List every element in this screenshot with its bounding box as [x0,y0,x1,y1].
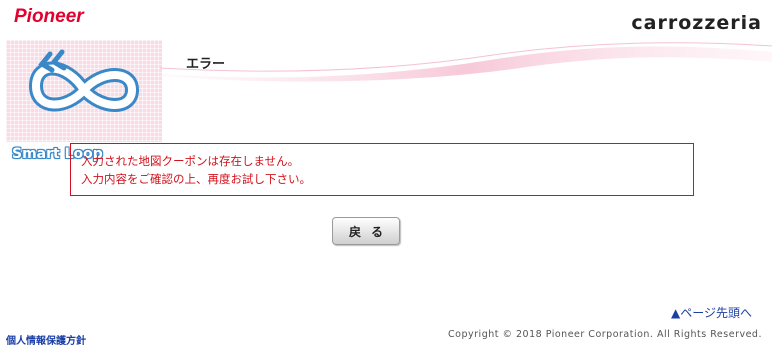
copyright-text: Copyright © 2018 Pioneer Corporation. Al… [448,329,762,340]
privacy-policy-link[interactable]: 個人情報保護方針 [6,332,86,347]
smart-loop-logo: Smart Loop [6,40,162,162]
back-button[interactable]: 戻る [332,217,400,245]
header-wave-decoration [160,42,772,82]
page-top-link[interactable]: ▲ページ先頭へ [671,304,752,321]
infinity-loop-icon [29,49,139,112]
pioneer-logo: Pioneer [14,6,84,27]
page-title: エラー [186,57,226,72]
error-line-2: 入力内容をご確認の上、再度お試し下さい。 [81,172,311,186]
error-message-box: 入力された地図クーポンは存在しません。 入力内容をご確認の上、再度お試し下さい。 [70,143,694,196]
error-line-1: 入力された地図クーポンは存在しません。 [81,154,300,168]
carrozzeria-logo: carrozzeria [631,12,762,34]
